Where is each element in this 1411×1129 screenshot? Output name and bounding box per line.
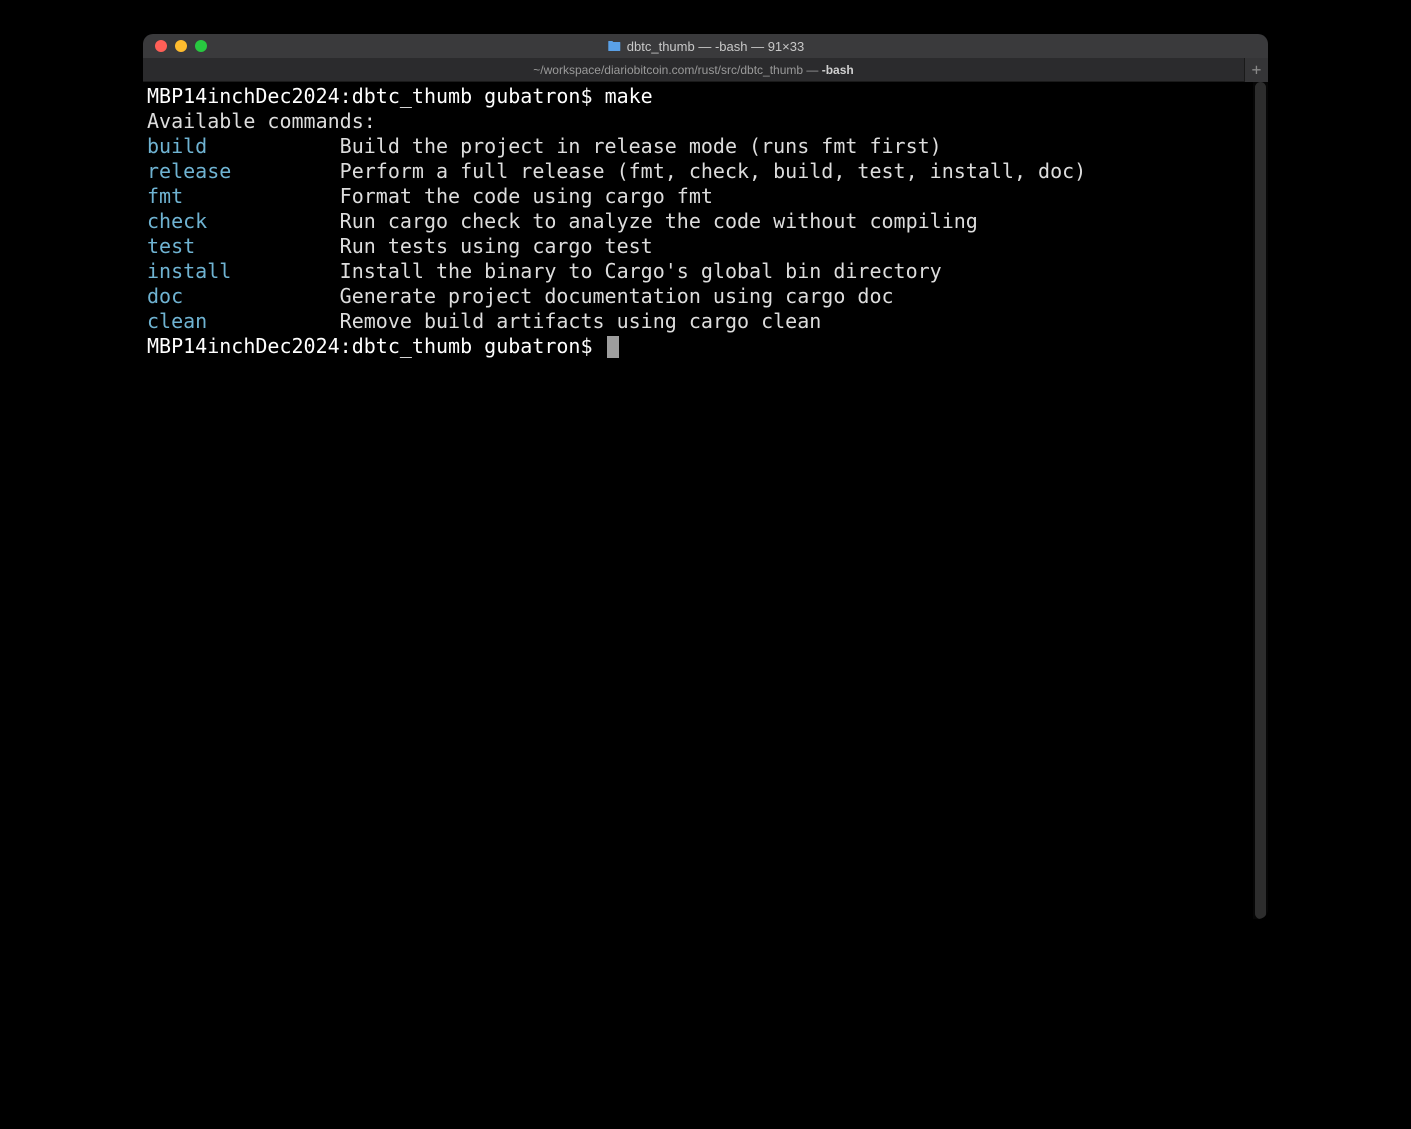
- command-desc: Format the code using cargo fmt: [340, 184, 713, 208]
- prompt-2: MBP14inchDec2024:dbtc_thumb gubatron$: [147, 334, 605, 358]
- prompt-1: MBP14inchDec2024:dbtc_thumb gubatron$: [147, 84, 605, 108]
- scrollbar-thumb[interactable]: [1255, 82, 1266, 919]
- typed-command: make: [605, 84, 653, 108]
- command-name: fmt: [147, 184, 340, 209]
- terminal-body[interactable]: MBP14inchDec2024:dbtc_thumb gubatron$ ma…: [143, 82, 1268, 919]
- terminal-window: dbtc_thumb — -bash — 91×33 ~/workspace/d…: [143, 34, 1268, 919]
- window-title: dbtc_thumb — -bash — 91×33: [607, 39, 804, 54]
- command-name: release: [147, 159, 340, 184]
- command-desc: Generate project documentation using car…: [340, 284, 894, 308]
- command-desc: Perform a full release (fmt, check, buil…: [340, 159, 1087, 183]
- command-row: buildBuild the project in release mode (…: [147, 134, 1264, 159]
- command-desc: Install the binary to Cargo's global bin…: [340, 259, 942, 283]
- command-name: test: [147, 234, 340, 259]
- window-title-text: dbtc_thumb — -bash — 91×33: [627, 39, 804, 54]
- command-name: build: [147, 134, 340, 159]
- new-tab-button[interactable]: +: [1244, 58, 1268, 82]
- maximize-button[interactable]: [195, 40, 207, 52]
- scrollbar[interactable]: [1253, 82, 1268, 919]
- command-name: clean: [147, 309, 340, 334]
- command-row: fmtFormat the code using cargo fmt: [147, 184, 1264, 209]
- minimize-button[interactable]: [175, 40, 187, 52]
- tab-path: ~/workspace/diariobitcoin.com/rust/src/d…: [533, 63, 821, 77]
- tab-process: -bash: [822, 63, 854, 77]
- command-desc: Build the project in release mode (runs …: [340, 134, 942, 158]
- command-name: doc: [147, 284, 340, 309]
- command-row: cleanRemove build artifacts using cargo …: [147, 309, 1264, 334]
- command-row: docGenerate project documentation using …: [147, 284, 1264, 309]
- command-desc: Remove build artifacts using cargo clean: [340, 309, 822, 333]
- titlebar[interactable]: dbtc_thumb — -bash — 91×33: [143, 34, 1268, 58]
- command-desc: Run cargo check to analyze the code with…: [340, 209, 978, 233]
- command-row: testRun tests using cargo test: [147, 234, 1264, 259]
- command-row: installInstall the binary to Cargo's glo…: [147, 259, 1264, 284]
- folder-icon: [607, 40, 621, 52]
- traffic-lights: [143, 40, 207, 52]
- tab-current[interactable]: ~/workspace/diariobitcoin.com/rust/src/d…: [143, 63, 1244, 77]
- command-row: checkRun cargo check to analyze the code…: [147, 209, 1264, 234]
- command-name: check: [147, 209, 340, 234]
- cursor: [607, 336, 619, 358]
- command-desc: Run tests using cargo test: [340, 234, 653, 258]
- close-button[interactable]: [155, 40, 167, 52]
- tab-bar: ~/workspace/diariobitcoin.com/rust/src/d…: [143, 58, 1268, 82]
- output-header: Available commands:: [147, 109, 1264, 134]
- command-name: install: [147, 259, 340, 284]
- command-row: releasePerform a full release (fmt, chec…: [147, 159, 1264, 184]
